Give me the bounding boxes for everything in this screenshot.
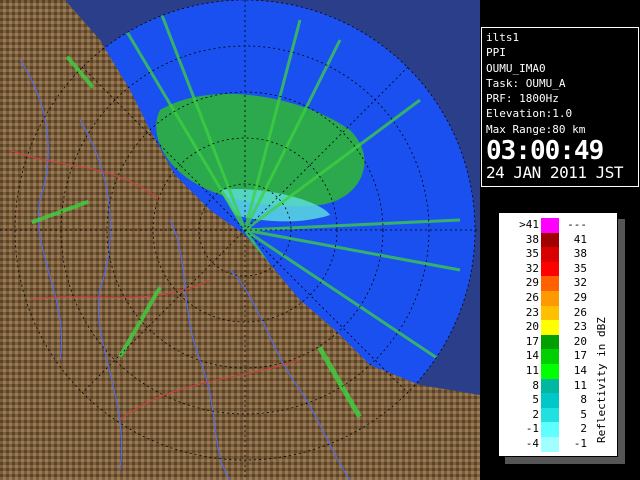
legend-upper-bound: 41 [573,232,587,246]
legend-row: 38 41 [499,232,599,248]
legend-lower-bound: 23 [525,305,539,319]
legend-upper-bound: 20 [573,334,587,348]
scan-time: 03:00:49 [486,136,604,167]
legend-color-swatch [541,349,559,365]
legend-upper-bound: 32 [573,276,587,290]
legend-upper-bound: 26 [573,305,587,319]
legend-upper-bound: 35 [573,261,587,275]
legend-lower-bound: 17 [525,334,539,348]
legend-color-swatch [541,437,559,453]
legend-color-swatch [541,422,559,438]
legend-color-swatch [541,320,559,336]
task-name: Task: OUMU_A [486,76,566,90]
legend-row: 32 35 [499,261,599,278]
legend-row: -4 -1 [499,437,599,453]
radar-id: ilts1 [486,31,520,44]
legend-row: 35 38 [499,247,599,263]
legend-color-swatch [541,261,559,278]
legend-color-swatch [541,305,559,321]
legend-lower-bound: 35 [525,247,539,261]
legend-color-swatch [541,364,559,380]
legend-color-swatch [541,334,559,351]
legend-row: -1 2 [499,422,599,438]
legend-row: 14 17 [499,349,599,365]
legend-lower-bound: 20 [525,320,539,334]
prf-value: PRF: 1800Hz [486,92,559,106]
scan-date: 24 JAN 2011 JST [486,163,624,183]
legend-upper-bound: 29 [573,291,587,304]
legend-upper-bound: 11 [573,378,587,392]
legend-lower-bound: 38 [525,232,539,246]
radar-ppi-map[interactable] [0,0,480,480]
elevation-value: Elevation:1.0 [486,107,573,121]
legend-lower-bound: 5 [532,393,539,407]
site-name: OUMU_IMA0 [486,61,546,75]
legend-row: 20 23 [499,320,599,336]
legend-color-swatch [541,232,559,248]
legend-row: 17 20 [499,334,599,351]
legend-upper-bound: 5 [580,407,587,421]
legend-lower-bound: 32 [525,261,539,275]
legend-lower-bound: 11 [525,364,539,377]
legend-row: 23 26 [499,305,599,321]
legend-color-swatch [541,291,559,307]
legend-row: 29 32 [499,276,599,292]
legend-lower-bound: -1 [525,422,539,436]
legend-lower-bound: 29 [525,276,539,290]
legend-upper-bound: 17 [573,349,587,363]
scan-mode: PPI [486,46,506,60]
reflectivity-legend: >41 --- 38 41 35 38 32 35 29 32 26 29 23 26 20 23 17 20 14… [498,212,618,457]
legend-lower-bound: -4 [525,437,539,450]
legend-upper-bound: 8 [580,393,587,407]
legend-color-swatch [541,407,559,424]
legend-row: 25 [499,407,599,424]
legend-lower-bound: 8 [532,378,539,392]
legend-color-swatch [541,393,559,409]
legend-upper-bound: --- [567,218,587,231]
legend-upper-bound: 14 [573,364,587,377]
legend-lower-bound: 14 [525,349,539,363]
legend-color-swatch [541,378,559,394]
legend-color-swatch [541,276,559,292]
legend-upper-bound: 23 [573,320,587,334]
legend-color-swatch [541,218,559,234]
legend-row: >41 --- [499,218,599,234]
legend-row: 26 29 [499,291,599,307]
legend-row: 8 11 [499,378,599,394]
legend-lower-bound: >41 [519,218,539,231]
legend-upper-bound: 2 [580,422,587,436]
legend-color-swatch [541,247,559,263]
radar-info-panel: ilts1 PPI OUMU_IMA0 Task: OUMU_A PRF: 18… [481,27,639,187]
legend-row: 58 [499,393,599,409]
legend-upper-bound: 38 [573,247,587,261]
legend-lower-bound: 26 [525,291,539,304]
legend-upper-bound: -1 [573,437,587,450]
legend-lower-bound: 2 [532,407,539,421]
max-range-value: Max Range:80 km [486,122,586,136]
legend-row: 11 14 [499,364,599,380]
legend-title: Reflectivity in dBZ [595,317,608,443]
